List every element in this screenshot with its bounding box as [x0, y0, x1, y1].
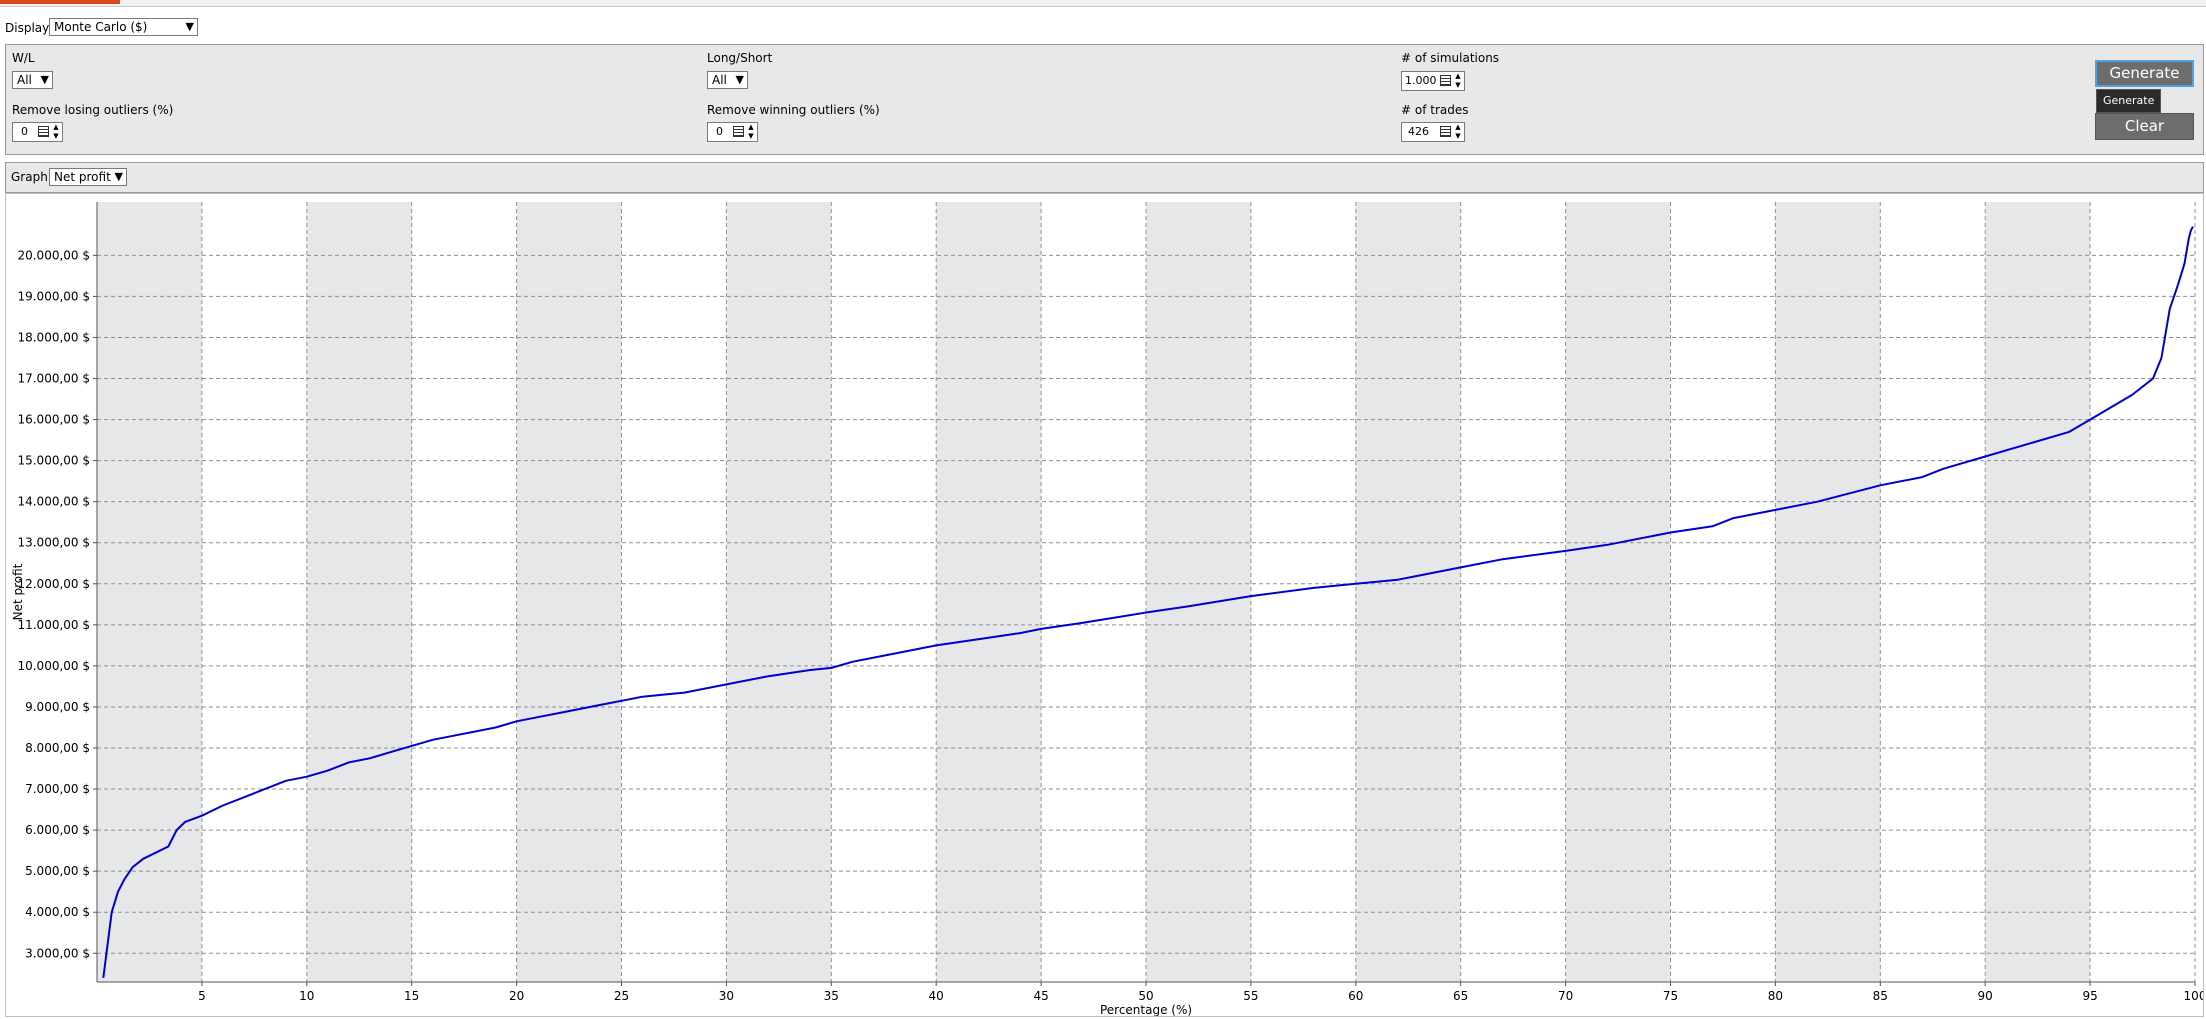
y-tick-label: 15.000,00 $ — [17, 454, 90, 468]
x-tick-label: 65 — [1453, 989, 1468, 1003]
y-tick-label: 3.000,00 $ — [25, 946, 90, 960]
y-tick-label: 10.000,00 $ — [17, 659, 90, 673]
up-down-arrows-icon[interactable]: ▲ ▼ — [1453, 72, 1463, 90]
graph-select[interactable]: Net profit ▼ — [49, 168, 127, 186]
x-tick-label: 40 — [929, 989, 944, 1003]
shaded-band — [1565, 202, 1671, 982]
y-tick-label: 16.000,00 $ — [17, 413, 90, 427]
y-tick-label: 7.000,00 $ — [25, 782, 90, 796]
remove-winning-spinner[interactable]: 0 ▲ ▼ — [707, 122, 758, 142]
trades-value: 426 — [1408, 125, 1429, 138]
shaded-band — [516, 202, 622, 982]
x-tick-label: 10 — [299, 989, 314, 1003]
y-tick-label: 18.000,00 $ — [17, 330, 90, 344]
calculator-icon[interactable] — [1440, 75, 1451, 86]
monte-carlo-chart: 5 10 15 20 25 30 35 40 45 50 55 60 65 70 75 80 85 90 95 100… — [11, 202, 2206, 1017]
graph-label: Graph — [11, 170, 48, 184]
simulations-label: # of simulations — [1401, 51, 1500, 65]
chevron-down-icon: ▼ — [40, 73, 49, 86]
shaded-band — [1146, 202, 1251, 982]
x-tick-label: 20 — [509, 989, 524, 1003]
y-tick-label: 20.000,00 $ — [17, 248, 90, 262]
y-tick-label: 19.000,00 $ — [17, 289, 90, 303]
y-tick-label: 4.000,00 $ — [25, 905, 90, 919]
generate-button[interactable]: Generate — [2095, 60, 2194, 87]
x-axis-title: Percentage (%) — [1100, 1003, 1192, 1016]
up-down-arrows-icon[interactable]: ▲ ▼ — [51, 123, 61, 141]
x-tick-label: 90 — [1978, 989, 1993, 1003]
simulations-value: 1.000 — [1405, 74, 1437, 87]
remove-losing-spinner[interactable]: 0 ▲ ▼ — [12, 122, 63, 142]
chevron-down-icon: ▼ — [114, 170, 123, 183]
x-tick-label: 15 — [404, 989, 419, 1003]
y-axis-title: Net profit — [11, 563, 25, 620]
trades-label: # of trades — [1401, 103, 1469, 117]
calculator-icon[interactable] — [1440, 126, 1451, 137]
x-tick-label: 80 — [1768, 989, 1783, 1003]
graph-bar — [5, 162, 2204, 193]
x-tick-label: 75 — [1663, 989, 1678, 1003]
trades-spinner[interactable]: 426 ▲ ▼ — [1401, 122, 1465, 142]
shaded-band — [726, 202, 832, 982]
shaded-band — [1775, 202, 1881, 982]
chevron-down-icon: ▼ — [185, 20, 194, 33]
display-select[interactable]: Monte Carlo ($) ▼ — [49, 18, 198, 36]
y-tick-label: 14.000,00 $ — [17, 495, 90, 509]
up-down-arrows-icon[interactable]: ▲ ▼ — [746, 123, 756, 141]
x-tick-label: 55 — [1243, 989, 1258, 1003]
calculator-icon[interactable] — [38, 126, 49, 137]
active-tab-accent[interactable] — [0, 0, 120, 4]
y-tick-label: 6.000,00 $ — [25, 823, 90, 837]
x-tick-label: 45 — [1033, 989, 1048, 1003]
y-tick-label: 5.000,00 $ — [25, 864, 90, 878]
wl-select[interactable]: All ▼ — [12, 71, 53, 89]
shaded-band — [1355, 202, 1461, 982]
x-tick-label: 95 — [2082, 989, 2097, 1003]
remove-losing-value: 0 — [21, 125, 28, 138]
display-select-value: Monte Carlo ($) — [54, 20, 148, 34]
calculator-icon[interactable] — [733, 126, 744, 137]
shaded-band — [1985, 202, 2091, 982]
x-tick-label: 100 — [2184, 989, 2203, 1003]
long-short-select[interactable]: All ▼ — [707, 71, 748, 89]
shaded-band — [936, 202, 1042, 982]
y-tick-label: 13.000,00 $ — [17, 536, 90, 550]
y-tick-label: 8.000,00 $ — [25, 741, 90, 755]
y-tick-label: 9.000,00 $ — [25, 700, 90, 714]
shaded-band — [97, 202, 202, 982]
remove-losing-label: Remove losing outliers (%) — [12, 103, 174, 117]
up-down-arrows-icon[interactable]: ▲ ▼ — [1453, 123, 1463, 141]
x-tick-label: 25 — [614, 989, 629, 1003]
x-tick-label: 50 — [1138, 989, 1153, 1003]
remove-winning-label: Remove winning outliers (%) — [707, 103, 880, 117]
display-label: Display — [5, 21, 50, 35]
window-top-strip — [0, 0, 2206, 7]
y-tick-label: 17.000,00 $ — [17, 372, 90, 386]
x-tick-label: 60 — [1348, 989, 1363, 1003]
x-tick-label: 70 — [1558, 989, 1573, 1003]
wl-select-value: All — [17, 73, 32, 87]
x-tick-label: 30 — [719, 989, 734, 1003]
y-tick-label: 12.000,00 $ — [17, 577, 90, 591]
chart-area: 5 10 15 20 25 30 35 40 45 50 55 60 65 70 75 80 85 90 95 100… — [5, 193, 2206, 1017]
simulations-spinner[interactable]: 1.000 ▲ ▼ — [1401, 71, 1465, 91]
y-tick-label: 11.000,00 $ — [17, 618, 90, 632]
long-short-select-value: All — [712, 73, 727, 87]
x-tick-label: 35 — [824, 989, 839, 1003]
long-short-label: Long/Short — [707, 51, 773, 65]
x-tick-label: 5 — [198, 989, 206, 1003]
clear-button[interactable]: Clear — [2095, 113, 2194, 140]
chevron-down-icon: ▼ — [735, 73, 744, 86]
x-tick-label: 85 — [1873, 989, 1888, 1003]
remove-winning-value: 0 — [716, 125, 723, 138]
wl-label: W/L — [12, 51, 35, 65]
filter-panel — [5, 44, 2204, 155]
generate-tooltip: Generate — [2096, 89, 2162, 113]
graph-select-value: Net profit — [54, 170, 111, 184]
shaded-band — [306, 202, 412, 982]
